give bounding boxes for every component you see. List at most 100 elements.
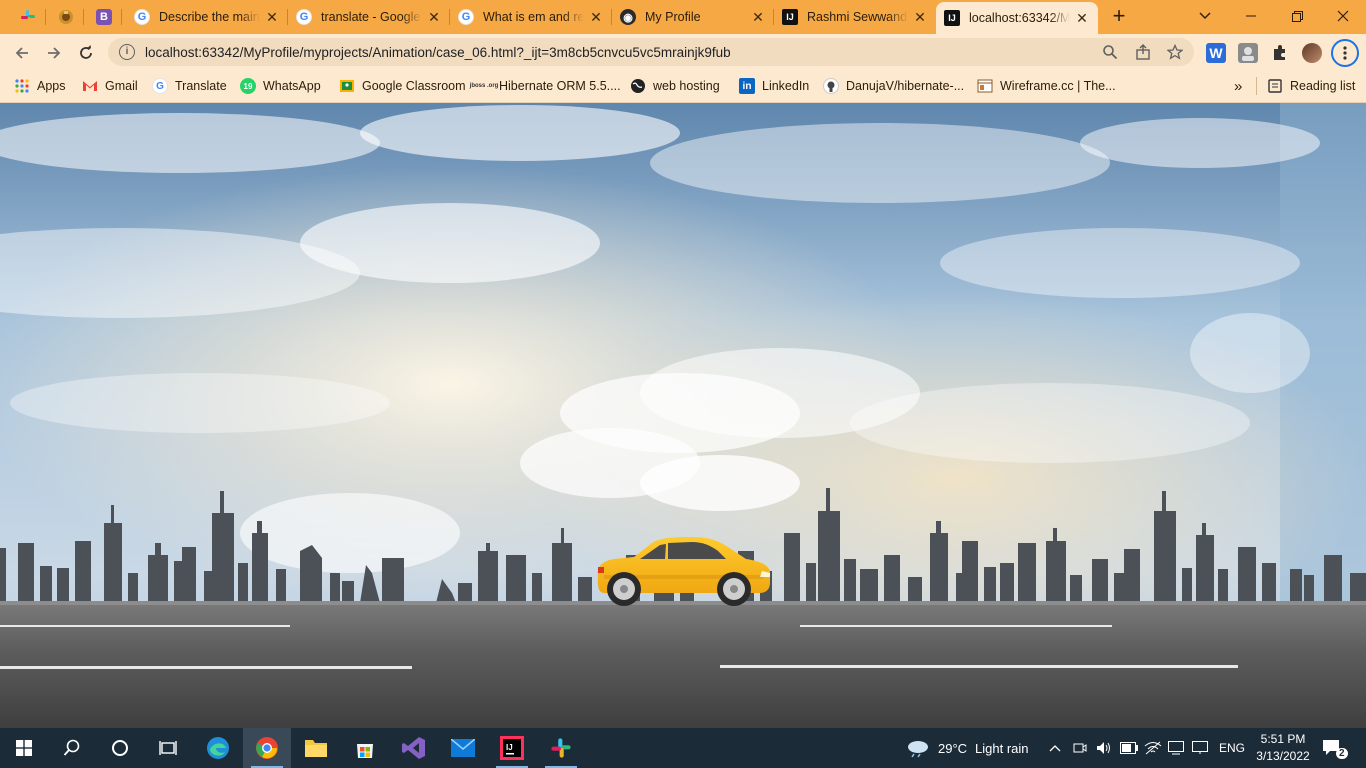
- tab-close-icon[interactable]: ✕: [588, 9, 604, 25]
- display-button[interactable]: [1192, 728, 1208, 768]
- windows-start-icon: [16, 740, 32, 756]
- volume-button[interactable]: [1096, 728, 1112, 768]
- taskbar-search-button[interactable]: [48, 728, 96, 768]
- restore-button[interactable]: [1274, 0, 1320, 32]
- bookmark-classroom[interactable]: Google Classroom: [339, 77, 466, 95]
- taskbar-edge[interactable]: [194, 728, 242, 768]
- github-icon: [823, 78, 839, 94]
- tab-translate[interactable]: G translate - Google ✕: [288, 0, 450, 34]
- address-bar[interactable]: i localhost:63342/MyProfile/myprojects/A…: [108, 38, 1194, 66]
- tab-bootstrap[interactable]: B: [86, 0, 122, 34]
- reload-icon: [80, 45, 92, 59]
- tab-close-icon[interactable]: ✕: [264, 9, 280, 25]
- network-button[interactable]: [1144, 728, 1162, 768]
- tab-my-profile[interactable]: ◉ My Profile ✕: [612, 0, 774, 34]
- tab-title: What is em and re: [483, 10, 584, 24]
- tab-close-icon[interactable]: ✕: [750, 9, 766, 25]
- minimize-button[interactable]: [1228, 0, 1274, 32]
- visual-studio-icon: [402, 737, 425, 759]
- share-icon[interactable]: [1135, 44, 1151, 60]
- taskbar-store[interactable]: [341, 728, 389, 768]
- tab-search-button[interactable]: [1182, 0, 1228, 32]
- chevron-down-icon: [1199, 12, 1211, 19]
- bookmark-translate[interactable]: G Translate: [152, 77, 227, 95]
- file-explorer-icon: [305, 740, 327, 757]
- edge-icon: [207, 737, 229, 759]
- battery-button[interactable]: [1120, 728, 1138, 768]
- taskbar-chrome[interactable]: [243, 728, 291, 768]
- browser-menu-button[interactable]: [1331, 39, 1359, 67]
- back-button[interactable]: [8, 39, 36, 67]
- bookmark-label: Gmail: [105, 79, 138, 93]
- more-vertical-icon: [1343, 46, 1347, 60]
- weather-widget[interactable]: 29°C Light rain: [906, 728, 1029, 768]
- tray-overflow-button[interactable]: [1049, 728, 1061, 768]
- gmail-icon: [83, 81, 97, 91]
- taskbar-clock[interactable]: 5:51 PM 3/13/2022: [1252, 731, 1314, 765]
- more-bookmarks-button[interactable]: »: [1234, 77, 1242, 95]
- bookmark-star-icon[interactable]: [1167, 44, 1183, 60]
- taskbar-intellij[interactable]: IJ: [488, 728, 536, 768]
- extension-user-icon[interactable]: [1238, 43, 1258, 63]
- taskbar-slack[interactable]: [537, 728, 585, 768]
- new-tab-button[interactable]: +: [1108, 5, 1130, 28]
- chrome-icon: [256, 737, 278, 759]
- close-window-button[interactable]: [1320, 0, 1366, 32]
- reload-button[interactable]: [72, 39, 100, 67]
- bootstrap-icon: B: [96, 9, 112, 25]
- tray-meet-button[interactable]: [1073, 728, 1087, 768]
- bookmark-wireframe[interactable]: Wireframe.cc | The...: [977, 77, 1116, 95]
- tab-rashmi[interactable]: IJ Rashmi Sewwandi ✕: [774, 0, 936, 34]
- tab-emblem[interactable]: [48, 0, 84, 34]
- svg-text:IJ: IJ: [506, 743, 513, 752]
- browser-toolbar: i localhost:63342/MyProfile/myprojects/A…: [0, 34, 1366, 70]
- bookmark-github[interactable]: DanujaV/hibernate-...: [823, 77, 964, 95]
- tab-localhost-active[interactable]: IJ localhost:63342/M ✕: [936, 2, 1098, 34]
- taskbar-mail[interactable]: [439, 728, 487, 768]
- bookmark-hibernate[interactable]: jboss .org Hibernate ORM 5.5....: [470, 77, 621, 95]
- tab-em-rem[interactable]: G What is em and re ✕: [450, 0, 612, 34]
- task-view-button[interactable]: [144, 728, 192, 768]
- tab-close-icon[interactable]: ✕: [912, 9, 928, 25]
- address-url[interactable]: localhost:63342/MyProfile/myprojects/Ani…: [145, 45, 731, 60]
- clock-time: 5:51 PM: [1260, 732, 1306, 746]
- store-icon: [357, 744, 373, 758]
- start-button[interactable]: [0, 728, 48, 768]
- tab-close-icon[interactable]: ✕: [426, 9, 442, 25]
- tab-slack[interactable]: [10, 0, 46, 34]
- windows-taskbar: IJ 29°C Light rain ENG 5:51 PM 3/13/2022: [0, 728, 1366, 768]
- bookmark-label: web hosting: [653, 79, 720, 93]
- reading-list-button[interactable]: Reading list: [1267, 77, 1355, 95]
- car-taillight: [598, 567, 604, 573]
- word-extension-icon[interactable]: W: [1206, 43, 1226, 63]
- site-info-icon[interactable]: i: [119, 44, 135, 60]
- whatsapp-icon: 19: [240, 78, 256, 94]
- arrow-right-icon: [48, 47, 61, 59]
- zoom-icon[interactable]: [1102, 44, 1118, 60]
- forward-button[interactable]: [40, 39, 68, 67]
- device-button[interactable]: [1168, 728, 1184, 768]
- language-indicator[interactable]: ENG: [1219, 728, 1245, 768]
- bookmark-apps[interactable]: Apps: [14, 77, 66, 95]
- bookmark-whatsapp[interactable]: 19 WhatsApp: [240, 77, 321, 95]
- profile-avatar[interactable]: [1302, 43, 1322, 63]
- taskbar-file-explorer[interactable]: [292, 728, 340, 768]
- notification-center-button[interactable]: 2: [1322, 728, 1354, 768]
- extensions-puzzle-icon[interactable]: [1270, 43, 1290, 63]
- taskbar-visual-studio[interactable]: [390, 728, 438, 768]
- cortana-button[interactable]: [96, 728, 144, 768]
- bookmark-gmail[interactable]: Gmail: [82, 77, 138, 95]
- bookmark-web-hosting[interactable]: web hosting: [630, 77, 720, 95]
- bookmark-label: WhatsApp: [263, 79, 321, 93]
- bookmark-linkedin[interactable]: in LinkedIn: [739, 77, 809, 95]
- tab-title: My Profile: [645, 10, 701, 24]
- profile-icon: ◉: [620, 9, 636, 25]
- tab-close-icon[interactable]: ✕: [1074, 10, 1090, 26]
- tab-describe[interactable]: G Describe the main ✕: [126, 0, 288, 34]
- wifi-off-icon: [1144, 741, 1162, 755]
- cortana-icon: [112, 740, 128, 756]
- page-viewport: [0, 103, 1366, 728]
- tab-strip: B G Describe the main ✕ G translate - Go…: [0, 0, 1366, 34]
- tab-title: translate - Google: [321, 10, 421, 24]
- intellij-icon: IJ: [944, 10, 960, 26]
